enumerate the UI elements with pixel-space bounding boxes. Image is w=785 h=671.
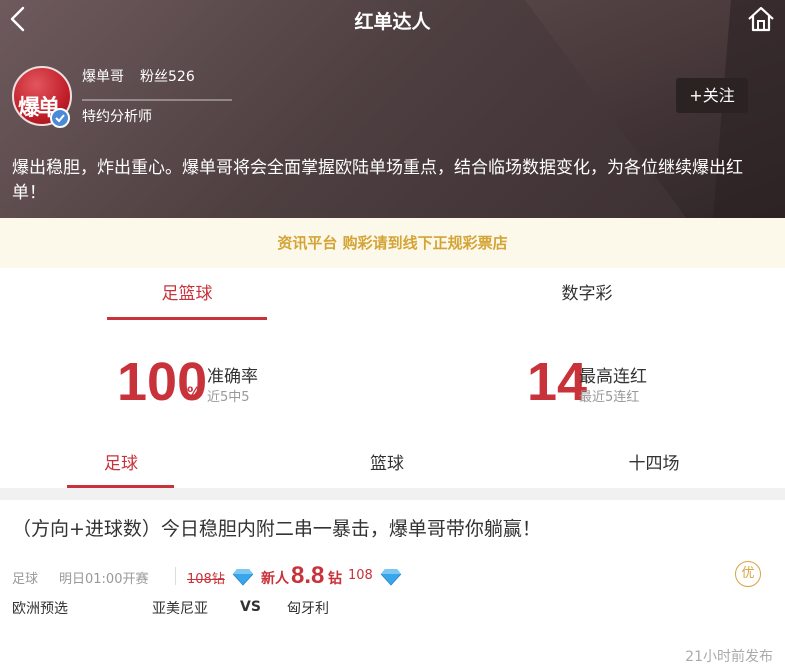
newbie-label: 新人 — [261, 571, 289, 587]
fans-count: 粉丝526 — [140, 69, 195, 85]
page-title: 红单达人 — [354, 11, 431, 33]
old-price: 108钻 — [187, 572, 225, 587]
category-tab-indicator — [107, 317, 267, 320]
accuracy-sub: 近5中5 — [207, 390, 250, 405]
profile-divider — [82, 99, 232, 101]
tab-fourteen-matches[interactable]: 十四场 — [574, 440, 734, 488]
accuracy-unit: % — [187, 385, 202, 401]
follow-button[interactable]: +关注 — [676, 78, 748, 113]
article-title[interactable]: （方向+进球数）今日稳胆内附二串一暴击，爆单哥带你躺赢！ — [12, 514, 772, 541]
article-kickoff: 明日01:00开赛 — [59, 572, 149, 587]
tab-basketball[interactable]: 篮球 — [307, 440, 467, 488]
versus-label: VS — [240, 599, 261, 615]
user-role: 特约分析师 — [82, 109, 152, 125]
home-icon — [748, 6, 774, 32]
sport-tabs: 足球 篮球 十四场 — [0, 440, 785, 488]
publish-time: 21小时前发布 — [685, 649, 773, 665]
accuracy-label: 准确率 — [207, 367, 258, 387]
streak-label: 最高连红 — [579, 367, 647, 387]
regular-price: 108 — [348, 568, 373, 583]
home-button[interactable] — [747, 5, 775, 33]
profile-intro: 爆出稳胆，炸出重心。爆单哥将会全面掌握欧陆单场重点，结合临场数据变化，为各位继续… — [12, 158, 743, 203]
article-sport: 足球 — [12, 572, 39, 587]
league-name: 欧洲预选 — [12, 601, 68, 617]
streak-sub: 最近5连红 — [579, 390, 640, 405]
tab-lottery-numbers[interactable]: 数字彩 — [507, 268, 667, 320]
category-tabs: 足篮球 数字彩 — [0, 268, 785, 320]
meta-divider — [175, 567, 176, 585]
verified-badge-icon — [50, 108, 70, 128]
away-team: 匈牙利 — [287, 601, 329, 617]
premium-badge: 优 — [735, 561, 761, 587]
tab-football[interactable]: 足球 — [41, 440, 201, 488]
diamond-icon — [380, 569, 402, 586]
section-separator — [0, 488, 785, 500]
username: 爆单哥 — [82, 69, 124, 85]
profile-header: 红单达人 爆单 爆单哥 粉丝526 特约分析师 +关注 爆出稳胆，炸出重心。爆单… — [0, 0, 785, 218]
new-price-unit: 钻 — [328, 571, 342, 587]
notice-bar: 资讯平台 购彩请到线下正规彩票店 — [0, 218, 785, 268]
home-team: 亚美尼亚 — [152, 601, 208, 617]
top-bar: 红单达人 — [0, 0, 785, 38]
diamond-icon — [232, 569, 254, 586]
tab-football-basketball[interactable]: 足篮球 — [107, 268, 267, 320]
new-price: 8.8 — [291, 562, 325, 589]
